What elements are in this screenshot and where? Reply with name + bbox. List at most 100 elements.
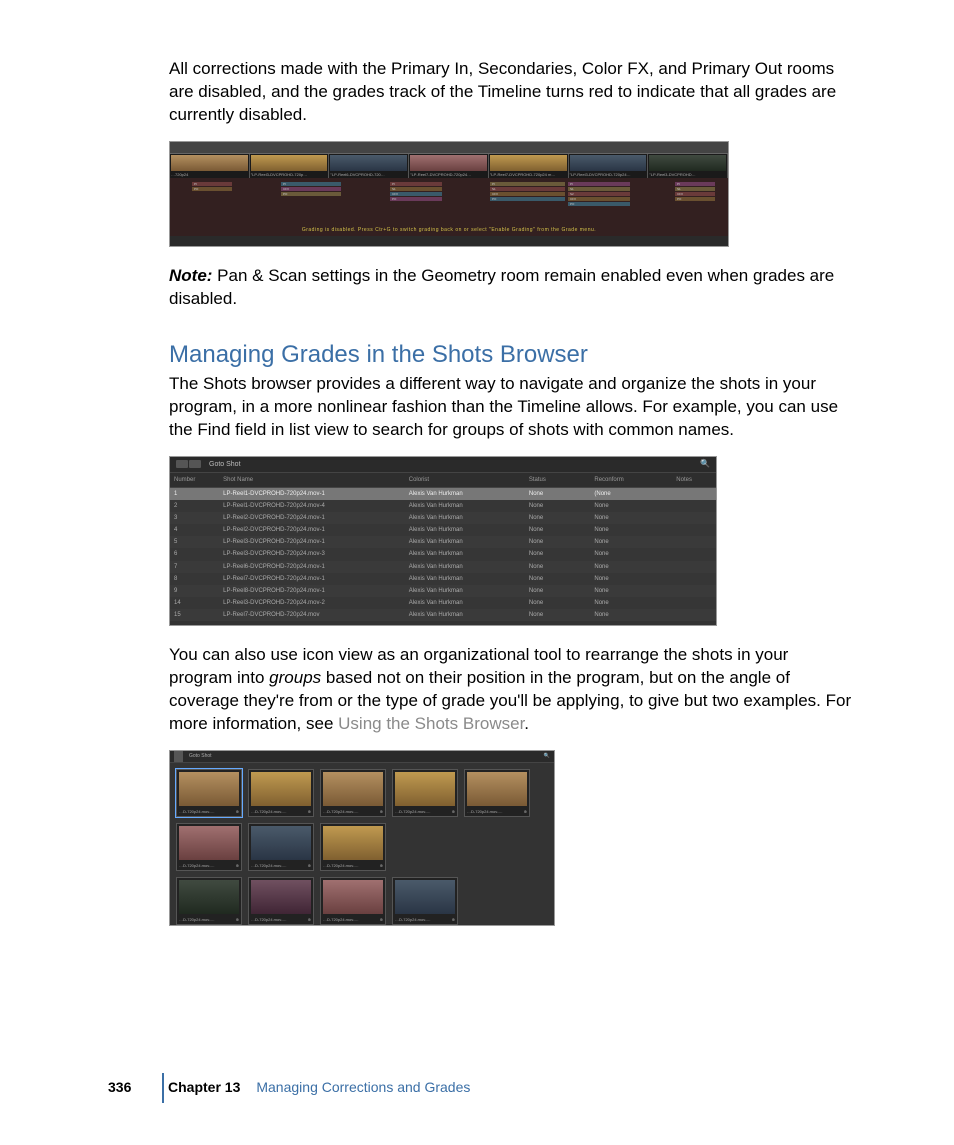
- shot-thumbnail-cell[interactable]: …D-720p24.mov-…⊕: [392, 877, 458, 925]
- note-body: Pan & Scan settings in the Geometry room…: [169, 266, 834, 308]
- timeline-clip[interactable]: "LP-Reel3-DVCPROHD-720p24…: [569, 154, 649, 178]
- table-cell: None: [525, 500, 591, 512]
- table-row[interactable]: 7LP-Reel6-DVCPROHD-720p24.mov-1Alexis Va…: [170, 561, 716, 573]
- table-row[interactable]: 3LP-Reel2-DVCPROHD-720p24.mov-1Alexis Va…: [170, 512, 716, 524]
- shot-thumbnail: [251, 772, 311, 807]
- table-cell: LP-Reel2-DVCPROHD-720p24.mov-1: [219, 512, 405, 524]
- column-header[interactable]: Number: [170, 473, 219, 488]
- table-cell: None: [525, 573, 591, 585]
- table-cell: Alexis Van Hurkman: [405, 500, 525, 512]
- using-shots-browser-link[interactable]: Using the Shots Browser: [338, 714, 524, 733]
- shot-thumbnail-cell[interactable]: …D-720p24.mov-…⊕: [392, 769, 458, 817]
- shot-thumbnail-label: …D-720p24.mov-…⊕: [393, 808, 457, 815]
- shot-thumbnail-label: …D-720p24.mov-…⊕: [177, 808, 241, 815]
- track-bar: S1: [568, 187, 630, 191]
- table-cell: (None: [590, 487, 672, 500]
- shot-thumbnail-cell[interactable]: …D-720p24.mov-…⊕: [320, 769, 386, 817]
- timeline-clip[interactable]: "LP-Reel3-DVCPROHD…: [648, 154, 728, 178]
- note-label: Note:: [169, 266, 212, 285]
- table-row[interactable]: 14LP-Reel3-DVCPROHD-720p24.mov-2Alexis V…: [170, 597, 716, 609]
- timeline-tracks: Grading is disabled. Press Ctr+G to swit…: [170, 178, 728, 236]
- search-icon-2[interactable]: 🔍: [544, 753, 550, 760]
- table-cell: None: [590, 512, 672, 524]
- track-bar: CFX: [675, 192, 715, 196]
- table-cell: Alexis Van Hurkman: [405, 512, 525, 524]
- table-row[interactable]: 4LP-Reel2-DVCPROHD-720p24.mov-1Alexis Va…: [170, 524, 716, 536]
- shot-thumbnail-label: …D-720p24.mov-…⊕: [393, 916, 457, 923]
- column-header[interactable]: Reconform: [590, 473, 672, 488]
- shots-table-body: 1LP-Reel1-DVCPROHD-720p24.mov-1Alexis Va…: [170, 487, 716, 621]
- shot-thumbnail-cell[interactable]: …D-720p24.mov-…⊕: [248, 823, 314, 871]
- timeline-clip[interactable]: "LP-Reel7-DVCPROHD-720p24…: [409, 154, 489, 178]
- table-cell: LP-Reel1-DVCPROHD-720p24.mov-4: [219, 500, 405, 512]
- shots-table-header: NumberShot NameColoristStatusReconformNo…: [170, 473, 716, 488]
- table-cell: LP-Reel3-DVCPROHD-720p24.mov-3: [219, 548, 405, 560]
- chapter-label: Chapter 13: [168, 1078, 240, 1097]
- shot-thumbnail-label: …D-720p24.mov-…⊕: [321, 808, 385, 815]
- timeline-clip[interactable]: "LP-Reel6-DVCPROHD-720…: [329, 154, 409, 178]
- clip-thumbnail: [490, 155, 567, 172]
- shot-thumbnail-cell[interactable]: …D-720p24.mov-…⊕: [176, 823, 242, 871]
- shot-thumbnail-label: …D-720p24.mov-…⊕: [249, 916, 313, 923]
- table-cell: [672, 524, 716, 536]
- column-header[interactable]: Status: [525, 473, 591, 488]
- p3-groups-word: groups: [269, 668, 321, 687]
- column-header[interactable]: Shot Name: [219, 473, 405, 488]
- clip-thumbnail: [251, 155, 328, 172]
- table-cell: LP-Reel2-DVCPROHD-720p24.mov-1: [219, 524, 405, 536]
- timeline-clip[interactable]: …720p24: [170, 154, 250, 178]
- badge-icon: ⊕: [308, 863, 311, 868]
- shot-thumbnail-cell[interactable]: …D-720p24.mov-…⊕: [248, 769, 314, 817]
- page-content: All corrections made with the Primary In…: [169, 58, 854, 944]
- table-cell: 9: [170, 585, 219, 597]
- shot-thumbnail-cell[interactable]: …D-720p24.mov-…⊕: [248, 877, 314, 925]
- table-row[interactable]: 15LP-Reel7-DVCPROHD-720p24.movAlexis Van…: [170, 609, 716, 621]
- page-number: 336: [108, 1078, 168, 1097]
- icon-view-button[interactable]: [189, 460, 201, 468]
- table-cell: Alexis Van Hurkman: [405, 487, 525, 500]
- column-header[interactable]: Colorist: [405, 473, 525, 488]
- track-bar: PO: [675, 197, 715, 201]
- note-paragraph: Note: Pan & Scan settings in the Geometr…: [169, 265, 854, 311]
- badge-icon: ⊕: [236, 809, 239, 814]
- table-row[interactable]: 9LP-Reel8-DVCPROHD-720p24.mov-1Alexis Va…: [170, 585, 716, 597]
- table-cell: Alexis Van Hurkman: [405, 597, 525, 609]
- timeline-clips: …720p24"LP-Reel3-DVCPROHD-720p…"LP-Reel6…: [170, 154, 728, 178]
- track-bar: PO: [390, 197, 442, 201]
- shot-thumbnail-cell[interactable]: …D-720p24.mov-…⊕: [464, 769, 530, 817]
- shot-thumbnail: [323, 880, 383, 915]
- badge-icon: ⊕: [524, 809, 527, 814]
- table-cell: None: [525, 536, 591, 548]
- track-bar: PI: [568, 182, 630, 186]
- table-cell: [672, 500, 716, 512]
- table-cell: LP-Reel8-DVCPROHD-720p24.mov-1: [219, 585, 405, 597]
- search-field[interactable]: 🔍: [700, 459, 710, 470]
- clip-thumbnail: [570, 155, 647, 172]
- list-view-button[interactable]: [176, 460, 188, 468]
- table-row[interactable]: 1LP-Reel1-DVCPROHD-720p24.mov-1Alexis Va…: [170, 487, 716, 500]
- shot-thumbnail-cell[interactable]: …D-720p24.mov-…⊕: [176, 769, 242, 817]
- table-cell: 15: [170, 609, 219, 621]
- table-cell: [672, 597, 716, 609]
- table-cell: None: [590, 585, 672, 597]
- shot-thumbnail-cell[interactable]: …D-720p24.mov-…⊕: [320, 877, 386, 925]
- shot-thumbnail: [323, 826, 383, 861]
- badge-icon: ⊕: [308, 917, 311, 922]
- table-cell: 8: [170, 573, 219, 585]
- timeline-clip[interactable]: "LP-Reel3-DVCPROHD-720p…: [250, 154, 330, 178]
- shot-thumbnail-cell[interactable]: …D-720p24.mov-…⊕: [320, 823, 386, 871]
- icon-view-button-2[interactable]: [174, 756, 183, 762]
- table-row[interactable]: 6LP-Reel3-DVCPROHD-720p24.mov-3Alexis Va…: [170, 548, 716, 560]
- column-header[interactable]: Notes: [672, 473, 716, 488]
- goto-shot-label-2: Goto Shot: [189, 753, 212, 760]
- table-cell: Alexis Van Hurkman: [405, 573, 525, 585]
- section-heading: Managing Grades in the Shots Browser: [169, 339, 854, 371]
- track-bar: S1: [490, 187, 565, 191]
- timeline-figure: …720p24"LP-Reel3-DVCPROHD-720p…"LP-Reel6…: [169, 141, 729, 247]
- table-cell: 6: [170, 548, 219, 560]
- table-row[interactable]: 2LP-Reel1-DVCPROHD-720p24.mov-4Alexis Va…: [170, 500, 716, 512]
- timeline-clip[interactable]: "LP-Reel7-DVCPROHD-720p24 m…: [489, 154, 569, 178]
- shot-thumbnail-cell[interactable]: …D-720p24.mov-…⊕: [176, 877, 242, 925]
- table-row[interactable]: 5LP-Reel3-DVCPROHD-720p24.mov-1Alexis Va…: [170, 536, 716, 548]
- table-row[interactable]: 8LP-Reel7-DVCPROHD-720p24.mov-1Alexis Va…: [170, 573, 716, 585]
